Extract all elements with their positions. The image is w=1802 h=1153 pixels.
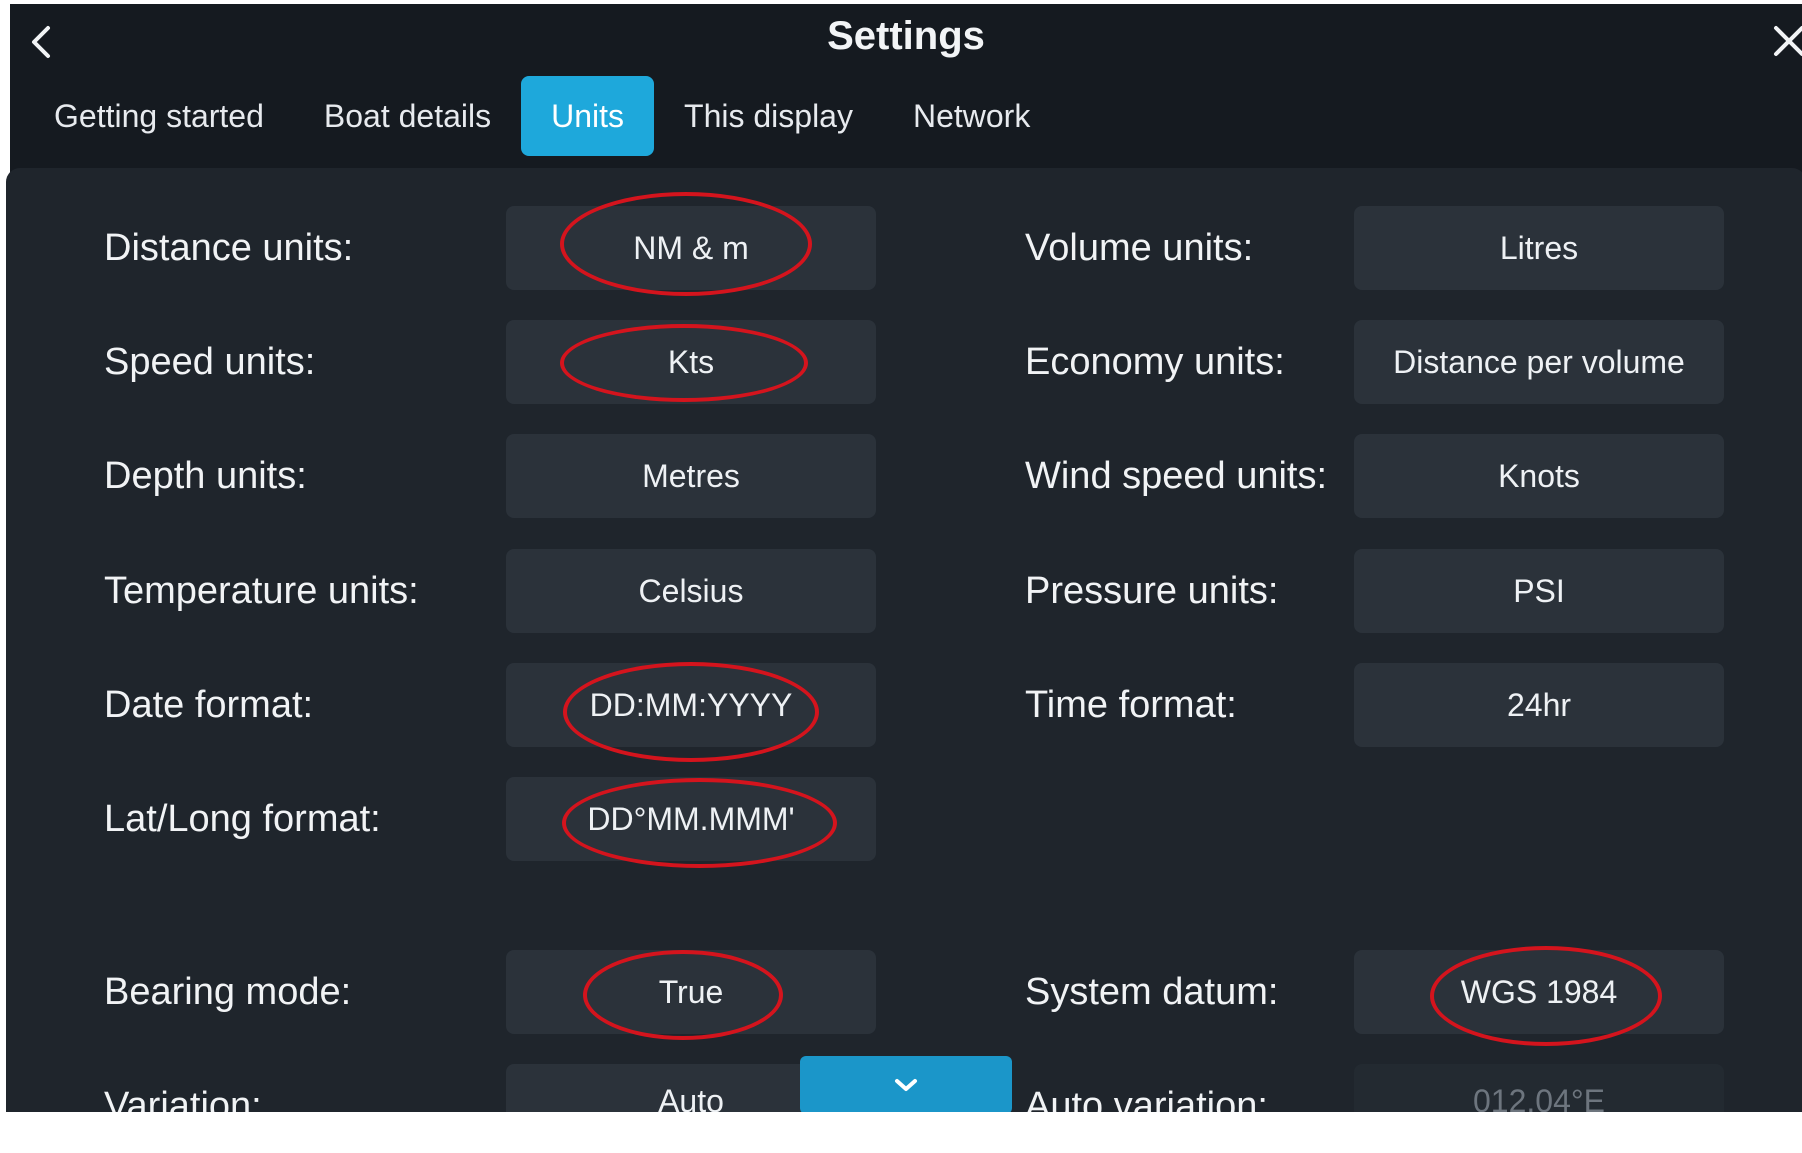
date-format-select[interactable]: DD:MM:YYYY (506, 663, 876, 747)
system-datum-select[interactable]: WGS 1984 (1354, 950, 1724, 1034)
pressure-units-select[interactable]: PSI (1354, 549, 1724, 633)
chevron-down-icon (895, 1079, 917, 1091)
date-format-label: Date format: (104, 684, 314, 726)
tab-units[interactable]: Units (521, 76, 655, 156)
settings-tabs: Getting started Boat details Units This … (40, 74, 1060, 158)
speed-units-label: Speed units: (104, 341, 316, 383)
depth-units-label: Depth units: (104, 455, 307, 497)
wind-speed-units-select[interactable]: Knots (1354, 434, 1724, 518)
distance-units-label: Distance units: (104, 227, 354, 269)
economy-units-select[interactable]: Distance per volume (1354, 320, 1724, 404)
bottom-margin (0, 1112, 1802, 1153)
temperature-units-label: Temperature units: (104, 570, 419, 612)
scroll-down-button[interactable] (800, 1056, 1012, 1114)
pressure-units-label: Pressure units: (1025, 570, 1279, 612)
bearing-mode-select[interactable]: True (506, 950, 876, 1034)
tab-network[interactable]: Network (883, 76, 1060, 156)
distance-units-select[interactable]: NM & m (506, 206, 876, 290)
speed-units-select[interactable]: Kts (506, 320, 876, 404)
temperature-units-select[interactable]: Celsius (506, 549, 876, 633)
tab-boat-details[interactable]: Boat details (294, 76, 521, 156)
volume-units-select[interactable]: Litres (1354, 206, 1724, 290)
latlong-format-select[interactable]: DD°MM.MMM' (506, 777, 876, 861)
page-title: Settings (827, 14, 985, 58)
volume-units-label: Volume units: (1025, 227, 1254, 269)
tab-this-display[interactable]: This display (654, 76, 883, 156)
time-format-select[interactable]: 24hr (1354, 663, 1724, 747)
bearing-mode-label: Bearing mode: (104, 971, 352, 1013)
latlong-format-label: Lat/Long format: (104, 798, 381, 840)
system-datum-label: System datum: (1025, 971, 1279, 1013)
wind-speed-units-label: Wind speed units: (1025, 455, 1328, 497)
tab-getting-started[interactable]: Getting started (40, 76, 294, 156)
close-icon[interactable] (1768, 18, 1802, 62)
economy-units-label: Economy units: (1025, 341, 1285, 383)
depth-units-select[interactable]: Metres (506, 434, 876, 518)
time-format-label: Time format: (1025, 684, 1237, 726)
